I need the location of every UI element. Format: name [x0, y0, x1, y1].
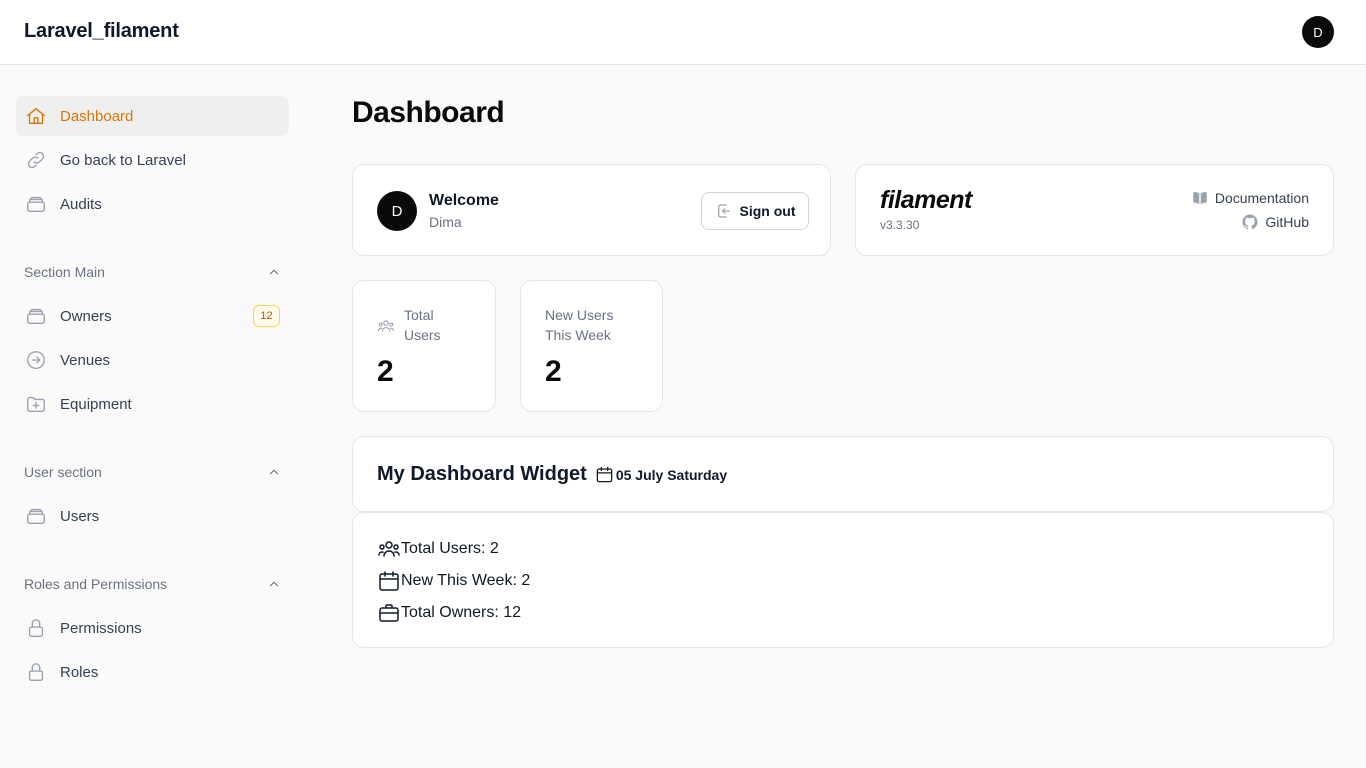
- sidebar-item-venues[interactable]: Venues: [16, 340, 289, 380]
- sidebar-item-roles[interactable]: Roles: [16, 652, 289, 692]
- sign-out-label: Sign out: [739, 203, 796, 219]
- stat-label-row: Total Users: [377, 305, 464, 345]
- arrow-circle-icon: [25, 349, 47, 371]
- filament-logo[interactable]: filament: [880, 186, 972, 215]
- stat-value: 2: [545, 355, 562, 388]
- sidebar-item-label: Equipment: [60, 395, 132, 413]
- widget-line-text: New This Week: 2: [401, 572, 531, 589]
- widget-title-row: My Dashboard Widget 05 July Saturday: [377, 463, 727, 486]
- stack-icon: [25, 305, 47, 327]
- github-label: GitHub: [1265, 214, 1309, 230]
- sidebar-item-permissions[interactable]: Permissions: [16, 608, 289, 648]
- stat-card-new-users-this-week: New Users This Week 2: [520, 280, 663, 412]
- lock-icon: [25, 617, 47, 639]
- stat-label: New Users This Week: [545, 307, 614, 343]
- filament-version: v3.3.30: [880, 218, 920, 232]
- sidebar-item-go-back-to-laravel[interactable]: Go back to Laravel: [16, 140, 289, 180]
- sidebar-item-label: Venues: [60, 351, 111, 369]
- documentation-label: Documentation: [1214, 190, 1309, 206]
- group-user-section[interactable]: User section: [24, 462, 281, 482]
- sidebar-item-users[interactable]: Users: [16, 496, 289, 536]
- count-badge: 12: [253, 305, 280, 327]
- widget-line-total-owners: Total Owners: 12: [377, 601, 521, 625]
- documentation-link[interactable]: Documentation: [1191, 189, 1309, 207]
- user-group-icon: [377, 320, 395, 332]
- sign-out-icon: [717, 204, 730, 218]
- github-icon: [1242, 214, 1258, 230]
- sidebar-item-label: Go back to Laravel: [60, 151, 186, 169]
- group-section-main[interactable]: Section Main: [24, 262, 281, 282]
- brand-title[interactable]: Laravel_filament: [24, 20, 179, 43]
- user-group-icon: [378, 541, 400, 557]
- page-title: Dashboard: [352, 96, 505, 129]
- sidebar: Dashboard Go back to Laravel Audits Sect…: [0, 65, 305, 768]
- lock-icon: [25, 661, 47, 683]
- widget-date: 05 July Saturday: [615, 466, 728, 483]
- sidebar-item-dashboard[interactable]: Dashboard: [16, 96, 289, 136]
- group-label: Section Main: [24, 264, 105, 280]
- user-name: Dima: [429, 214, 462, 230]
- sidebar-item-equipment[interactable]: Equipment: [16, 384, 289, 424]
- stat-label: Total Users: [404, 307, 441, 343]
- stat-card-total-users: Total Users 2: [352, 280, 496, 412]
- sidebar-item-label: Permissions: [60, 619, 142, 637]
- github-link[interactable]: GitHub: [1241, 213, 1309, 231]
- group-label: Roles and Permissions: [24, 576, 168, 592]
- widget-title: My Dashboard Widget: [377, 463, 587, 485]
- widget-line-text: Total Users: 2: [401, 540, 499, 557]
- stack-icon: [25, 193, 47, 215]
- link-icon: [25, 149, 47, 171]
- filament-info-widget: filament v3.3.30 Documentation GitHub: [855, 164, 1334, 256]
- sidebar-item-label: Roles: [60, 663, 99, 681]
- stat-value: 2: [377, 355, 394, 388]
- account-widget: D Welcome Dima Sign out: [352, 164, 831, 256]
- group-label: User section: [24, 464, 102, 480]
- calendar-icon: [596, 466, 613, 483]
- stack-icon: [25, 505, 47, 527]
- avatar: D: [377, 191, 417, 231]
- sidebar-item-label: Dashboard: [60, 107, 134, 125]
- dashboard-widget-body: Total Users: 2 New This Week: 2 Total Ow…: [352, 512, 1334, 648]
- chevron-up-icon: [269, 581, 279, 587]
- folder-plus-icon: [25, 393, 47, 415]
- sidebar-item-label: Audits: [60, 195, 102, 213]
- chevron-up-icon: [269, 269, 279, 275]
- sidebar-item-label: Owners: [60, 307, 112, 325]
- widget-line-text: Total Owners: 12: [401, 604, 522, 621]
- sidebar-item-label: Users: [60, 507, 100, 525]
- stat-label-row: New Users This Week: [545, 305, 629, 345]
- chevron-up-icon: [269, 469, 279, 475]
- user-menu-avatar[interactable]: D: [1302, 16, 1334, 48]
- sidebar-item-owners[interactable]: Owners 12: [16, 296, 289, 336]
- group-roles-and-permissions[interactable]: Roles and Permissions: [24, 574, 281, 594]
- welcome-heading: Welcome: [429, 192, 499, 209]
- calendar-icon: [379, 571, 399, 591]
- briefcase-icon: [379, 604, 399, 622]
- widget-line-total-users: Total Users: 2: [377, 537, 499, 561]
- widget-line-new-this-week: New This Week: 2: [377, 569, 530, 593]
- home-icon: [25, 105, 47, 127]
- book-icon: [1193, 192, 1207, 204]
- topbar: Laravel_filament D: [0, 0, 1366, 65]
- sign-out-button[interactable]: Sign out: [701, 192, 809, 230]
- dashboard-widget-header: My Dashboard Widget 05 July Saturday: [352, 436, 1334, 512]
- sidebar-item-audits[interactable]: Audits: [16, 184, 289, 224]
